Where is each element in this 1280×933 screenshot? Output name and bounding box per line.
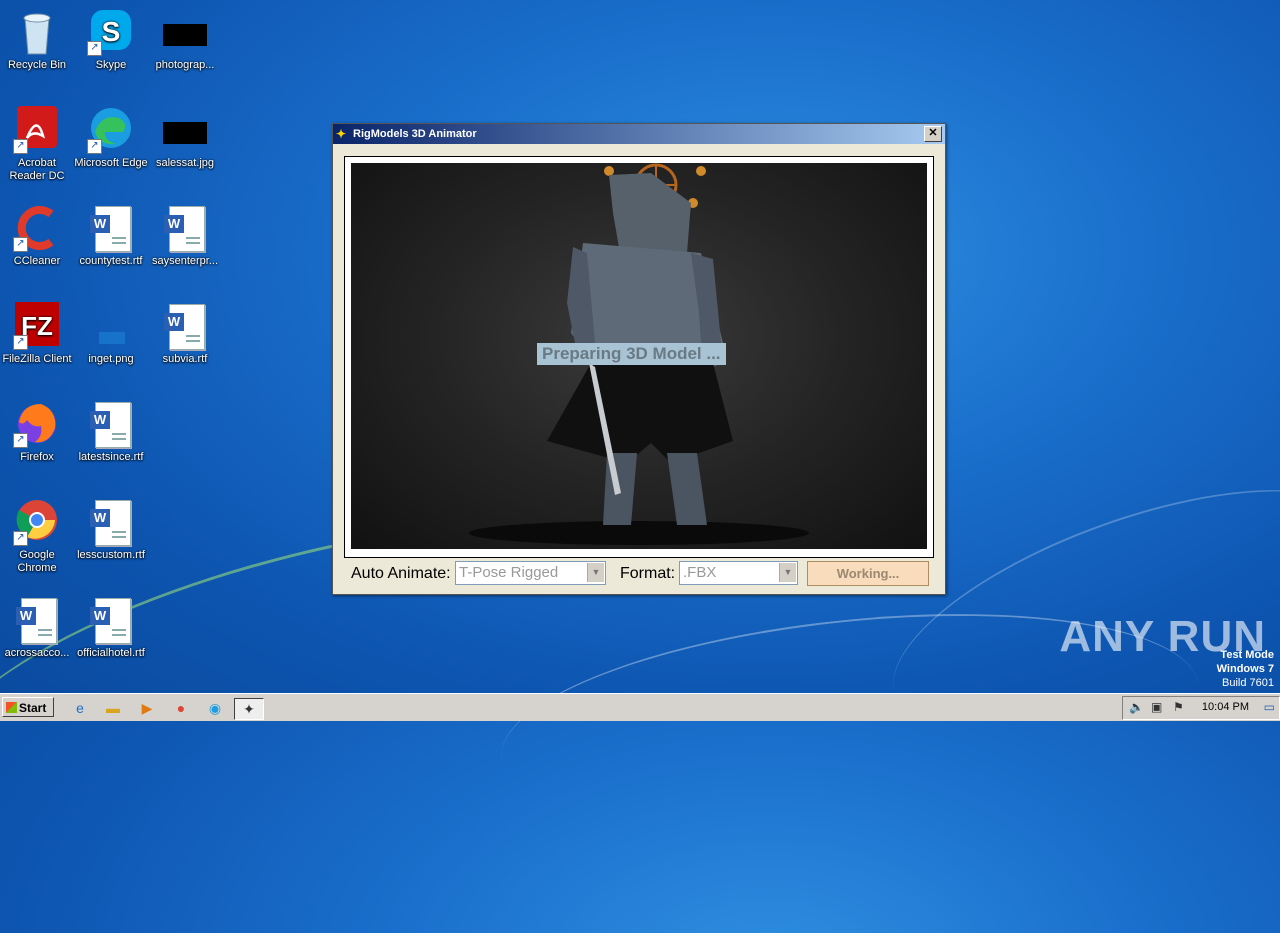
shortcut-arrow-icon: ↗ bbox=[13, 139, 28, 154]
word-doc-icon: W bbox=[87, 596, 135, 644]
word-doc-icon: W bbox=[87, 498, 135, 546]
chevron-down-icon: ▼ bbox=[587, 563, 604, 582]
word-doc-icon: W bbox=[87, 400, 135, 448]
desktop-icon-saysenterprise[interactable]: W saysenterpr... bbox=[148, 204, 222, 268]
desktop-icon-chrome[interactable]: ↗ Google Chrome bbox=[0, 498, 74, 575]
filezilla-icon: FZ ↗ bbox=[13, 302, 61, 350]
rigmodels-taskbar-icon[interactable]: ✦ bbox=[234, 698, 264, 720]
window-title: RigModels 3D Animator bbox=[353, 128, 477, 140]
recycle-bin-icon bbox=[13, 8, 61, 56]
model-viewport: Preparing 3D Model ... bbox=[351, 163, 927, 549]
ccleaner-icon: ↗ bbox=[13, 204, 61, 252]
shortcut-arrow-icon: ↗ bbox=[13, 335, 28, 350]
svg-text:S: S bbox=[102, 16, 121, 47]
desktop-icon-lesscustom[interactable]: W lesscustom.rtf bbox=[74, 498, 148, 562]
chrome-icon: ↗ bbox=[13, 498, 61, 546]
start-button[interactable]: Start bbox=[2, 697, 54, 717]
desktop-icon-salessat[interactable]: salessat.jpg bbox=[148, 106, 222, 170]
format-select[interactable]: .FBX ▼ bbox=[679, 561, 798, 585]
shortcut-arrow-icon: ↗ bbox=[13, 433, 28, 448]
desktop-icon-filezilla[interactable]: FZ ↗ FileZilla Client bbox=[0, 302, 74, 366]
shortcut-arrow-icon: ↗ bbox=[13, 531, 28, 546]
ie-icon[interactable]: e bbox=[70, 698, 90, 718]
shortcut-arrow-icon: ↗ bbox=[87, 41, 102, 56]
close-button[interactable]: ✕ bbox=[924, 126, 942, 142]
firefox-icon: ↗ bbox=[13, 400, 61, 448]
window-titlebar[interactable]: ✦ RigModels 3D Animator ✕ bbox=[333, 124, 945, 144]
image-file-icon bbox=[161, 106, 209, 154]
desktop-icon-edge[interactable]: ↗ Microsoft Edge bbox=[74, 106, 148, 170]
status-text: Preparing 3D Model ... bbox=[537, 343, 726, 365]
windows-logo-icon bbox=[6, 702, 17, 713]
desktop-icon-inget[interactable]: inget.png bbox=[74, 302, 148, 366]
media-player-icon[interactable]: ▶ bbox=[137, 698, 157, 718]
system-tray: 🔈 ▣ ⚑ 10:04 PM ▭ bbox=[1122, 696, 1280, 720]
taskbar: Start e ▬ ▶ ● ◉ ✦ 🔈 ▣ ⚑ 10:04 PM ▭ bbox=[0, 693, 1280, 721]
word-doc-icon: W bbox=[161, 302, 209, 350]
desktop-icon-acrobat[interactable]: ↗ Acrobat Reader DC bbox=[0, 106, 74, 183]
test-mode-notice: Test Mode Windows 7 Build 7601 bbox=[1216, 649, 1274, 689]
edge-taskbar-icon[interactable]: ◉ bbox=[205, 698, 225, 718]
preview-panel: Preparing 3D Model ... bbox=[344, 156, 934, 558]
chevron-down-icon: ▼ bbox=[779, 563, 796, 582]
shortcut-arrow-icon: ↗ bbox=[13, 237, 28, 252]
app-icon: ✦ bbox=[336, 127, 347, 141]
clock[interactable]: 10:04 PM bbox=[1202, 701, 1249, 713]
rigmodels-window: ✦ RigModels 3D Animator ✕ Preparing 3D M… bbox=[332, 123, 946, 595]
word-doc-icon: W bbox=[13, 596, 61, 644]
shortcut-arrow-icon: ↗ bbox=[87, 139, 102, 154]
auto-animate-label: Auto Animate: bbox=[351, 565, 451, 582]
edge-icon: ↗ bbox=[87, 106, 135, 154]
action-center-flag-icon[interactable]: ⚑ bbox=[1173, 700, 1184, 714]
desktop-icon-ccleaner[interactable]: ↗ CCleaner bbox=[0, 204, 74, 268]
skype-icon: S ↗ bbox=[87, 8, 135, 56]
desktop-icon-skype[interactable]: S ↗ Skype bbox=[74, 8, 148, 72]
show-desktop-icon[interactable]: ▭ bbox=[1264, 700, 1275, 714]
word-doc-icon: W bbox=[161, 204, 209, 252]
format-label: Format: bbox=[620, 565, 676, 582]
desktop-icon-countytest[interactable]: W countytest.rtf bbox=[74, 204, 148, 268]
desktop-icon-latestsince[interactable]: W latestsince.rtf bbox=[74, 400, 148, 464]
desktop-icon-photograph[interactable]: photograp... bbox=[148, 8, 222, 72]
image-file-icon bbox=[87, 302, 135, 350]
working-button[interactable]: Working... bbox=[807, 561, 929, 586]
desktop-icon-subvia[interactable]: W subvia.rtf bbox=[148, 302, 222, 366]
acrobat-icon: ↗ bbox=[13, 106, 61, 154]
volume-icon[interactable]: 🔈 bbox=[1129, 700, 1144, 714]
word-doc-icon: W bbox=[87, 204, 135, 252]
auto-animate-select[interactable]: T-Pose Rigged ▼ bbox=[455, 561, 606, 585]
desktop-icon-officialhotel[interactable]: W officialhotel.rtf bbox=[74, 596, 148, 660]
desktop-icon-acrossacco[interactable]: W acrossacco... bbox=[0, 596, 74, 660]
image-file-icon bbox=[161, 8, 209, 56]
desktop-icon-recycle-bin[interactable]: Recycle Bin bbox=[0, 8, 74, 72]
desktop-icon-firefox[interactable]: ↗ Firefox bbox=[0, 400, 74, 464]
folder-icon[interactable]: ▬ bbox=[103, 698, 123, 718]
chrome-taskbar-icon[interactable]: ● bbox=[171, 698, 191, 718]
network-icon[interactable]: ▣ bbox=[1151, 700, 1162, 714]
